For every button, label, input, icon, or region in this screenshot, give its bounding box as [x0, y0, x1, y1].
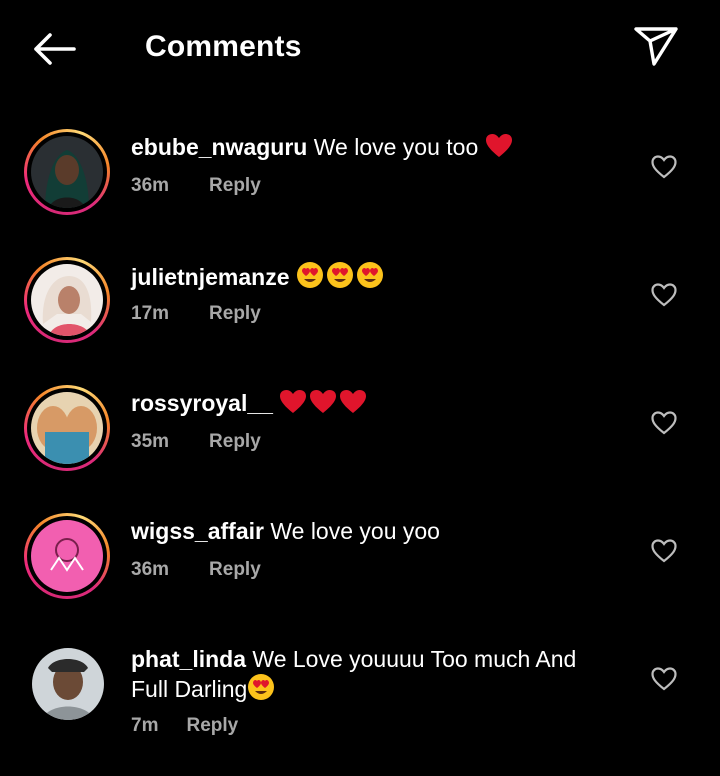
back-button[interactable]	[28, 28, 80, 74]
comment-meta: 36m Reply	[131, 559, 261, 581]
comment-username[interactable]: wigss_affair	[131, 518, 264, 544]
comment-time: 36m	[131, 175, 170, 196]
avatar-story-ring[interactable]	[24, 257, 110, 343]
comment-meta: 35m Reply	[131, 431, 261, 453]
like-button[interactable]	[648, 665, 680, 697]
comment-username[interactable]: rossyroyal__	[131, 390, 273, 416]
comment-meta: 17m Reply	[131, 303, 261, 325]
heart-eyes-emoji-icon	[247, 673, 275, 707]
like-button[interactable]	[648, 409, 680, 441]
like-button[interactable]	[648, 153, 680, 185]
comment-time: 17m	[131, 303, 170, 324]
comment-time: 35m	[131, 431, 170, 452]
comment-body: We love you yoo	[270, 518, 440, 544]
comment-body-line2: Full Darling	[131, 676, 248, 702]
header-bar: Comments	[0, 0, 720, 100]
reply-button[interactable]: Reply	[186, 715, 238, 737]
comment-body: We Love youuuu Too much And	[252, 646, 577, 672]
comment-text: ebube_nwaguru We love you too	[131, 133, 611, 165]
comment-text: julietnjemanze	[131, 261, 611, 295]
heart-outline-icon	[651, 538, 677, 568]
avatar	[31, 264, 103, 336]
reply-button[interactable]: Reply	[209, 303, 261, 325]
arrow-left-icon	[30, 31, 78, 72]
comment-username[interactable]: ebube_nwaguru	[131, 134, 307, 160]
heart-outline-icon	[651, 154, 677, 184]
comments-screen: Comments ebube_nwaguru We love you too 3…	[0, 0, 720, 776]
avatar	[31, 136, 103, 208]
heart-eyes-emoji-icon	[296, 261, 386, 295]
comment-username[interactable]: phat_linda	[131, 646, 246, 672]
like-button[interactable]	[648, 281, 680, 313]
reply-button[interactable]: Reply	[209, 559, 261, 581]
comment-username[interactable]: julietnjemanze	[131, 264, 289, 290]
comment-text: rossyroyal__	[131, 389, 611, 421]
heart-outline-icon	[651, 282, 677, 312]
reply-button[interactable]: Reply	[209, 431, 261, 453]
avatar-story-ring[interactable]	[24, 385, 110, 471]
avatar	[31, 392, 103, 464]
heart-outline-icon	[651, 410, 677, 440]
like-button[interactable]	[648, 537, 680, 569]
comment-text: phat_linda We Love youuuu Too much And F…	[131, 645, 611, 707]
comment-time: 36m	[131, 559, 170, 580]
page-title: Comments	[145, 30, 302, 63]
comment-text: wigss_affair We love you yoo	[131, 517, 611, 545]
comment-body: We love you too	[313, 134, 479, 160]
paper-plane-icon	[632, 24, 680, 73]
comment-time: 7m	[131, 715, 159, 736]
share-button[interactable]	[628, 22, 684, 74]
red-hearts-emoji-icon	[279, 389, 367, 421]
avatar-story-ring[interactable]	[24, 129, 110, 215]
comment-meta: 7m Reply	[131, 715, 238, 737]
avatar[interactable]	[32, 648, 104, 720]
red-heart-emoji-icon	[485, 133, 513, 165]
heart-outline-icon	[651, 666, 677, 696]
reply-button[interactable]: Reply	[209, 175, 261, 197]
avatar-story-ring[interactable]	[24, 513, 110, 599]
avatar	[31, 520, 103, 592]
comment-meta: 36m Reply	[131, 175, 261, 197]
